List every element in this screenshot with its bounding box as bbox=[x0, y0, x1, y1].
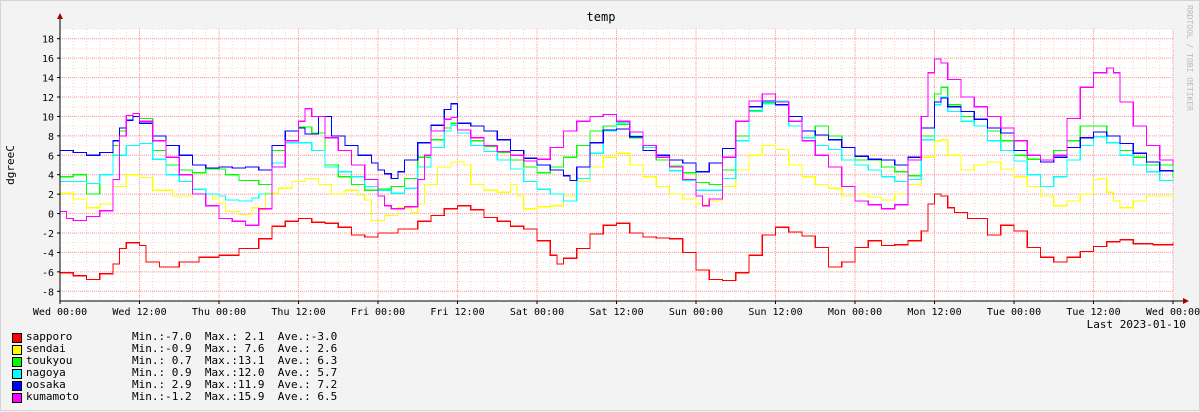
x-tick-label: Wed 12:00 bbox=[112, 307, 166, 318]
y-axis-arrow-icon bbox=[57, 13, 63, 19]
x-tick-label: Thu 12:00 bbox=[271, 307, 325, 318]
y-tick-label: 18 bbox=[42, 35, 54, 46]
x-tick-label: Sun 00:00 bbox=[669, 307, 723, 318]
legend-swatch bbox=[12, 357, 22, 367]
legend-series-name: kumamoto bbox=[26, 390, 79, 403]
x-tick-label: Tue 12:00 bbox=[1066, 307, 1120, 318]
y-tick-label: 0 bbox=[48, 210, 54, 221]
x-tick-label: Mon 12:00 bbox=[907, 307, 961, 318]
y-tick-label: -8 bbox=[42, 287, 54, 298]
last-update-label: Last 2023-01-10 bbox=[1086, 318, 1186, 331]
y-tick-label: 2 bbox=[48, 190, 54, 201]
x-tick-label: Mon 00:00 bbox=[828, 307, 882, 318]
y-tick-label: 4 bbox=[48, 171, 54, 182]
y-tick-label: 14 bbox=[42, 74, 54, 85]
grid-layer bbox=[59, 28, 1174, 302]
legend-swatch bbox=[12, 345, 22, 355]
x-tick-label: Thu 00:00 bbox=[192, 307, 246, 318]
legend-swatch bbox=[12, 381, 22, 391]
rrdtool-watermark: RRDTOOL / TOBI OETIKER bbox=[1185, 5, 1194, 111]
x-axis-arrow-icon bbox=[1183, 298, 1189, 304]
legend-swatch bbox=[12, 369, 22, 379]
y-tick-label: 6 bbox=[48, 151, 54, 162]
legend-swatch bbox=[12, 393, 22, 403]
y-tick-label: 8 bbox=[48, 132, 54, 143]
legend-series-stats: Min.:-1.2 Max.:15.9 Ave.: 6.5 bbox=[132, 390, 338, 403]
x-tick-label: Tue 00:00 bbox=[987, 307, 1041, 318]
y-tick-label: -2 bbox=[42, 229, 54, 240]
x-tick-label: Wed 00:00 bbox=[33, 307, 87, 318]
y-tick-label: 10 bbox=[42, 112, 54, 123]
x-tick-label: Fri 12:00 bbox=[430, 307, 484, 318]
legend-swatch bbox=[12, 333, 22, 343]
x-tick-label: Wed 00:00 bbox=[1146, 307, 1200, 318]
chart-title: temp bbox=[587, 10, 616, 24]
y-tick-label: -4 bbox=[42, 248, 54, 259]
x-tick-label: Fri 00:00 bbox=[351, 307, 405, 318]
y-tick-label: 12 bbox=[42, 93, 54, 104]
x-tick-label: Sat 12:00 bbox=[589, 307, 643, 318]
y-tick-label: -6 bbox=[42, 268, 54, 279]
y-tick-label: 16 bbox=[42, 54, 54, 65]
x-tick-label: Sun 12:00 bbox=[748, 307, 802, 318]
y-axis-label: dgreeC bbox=[4, 145, 17, 185]
x-tick-label: Sat 00:00 bbox=[510, 307, 564, 318]
